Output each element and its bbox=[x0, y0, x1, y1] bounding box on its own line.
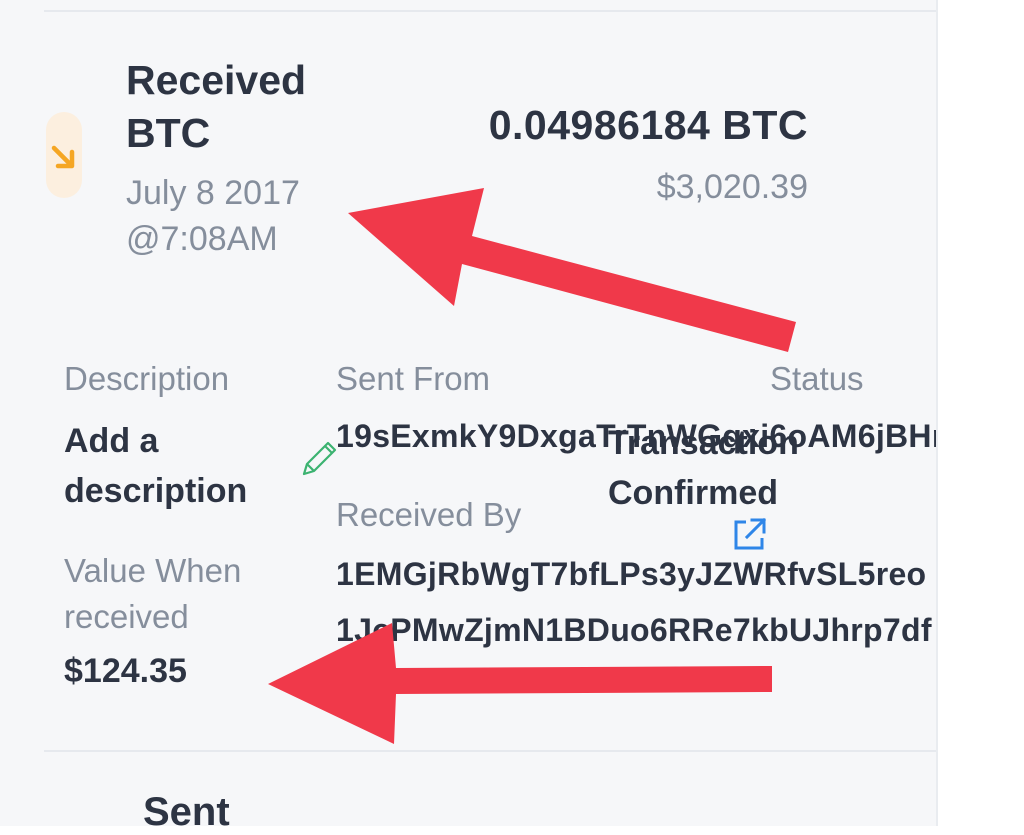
transaction-title: Received BTC bbox=[126, 57, 307, 156]
crypto-amount: 0.04986184 BTC bbox=[488, 102, 808, 148]
received-by-address-1[interactable]: 1EMGjRbWgT7bfLPs3yJZWRfvSL5reo bbox=[336, 556, 936, 593]
status-label: Status bbox=[770, 360, 864, 397]
status-value: Transaction Confirmed bbox=[608, 424, 799, 512]
received-by-label: Received By bbox=[336, 496, 522, 533]
description-value[interactable]: Add a description bbox=[64, 416, 294, 516]
transaction-card: Received BTC July 8 2017 @7:08AM 0.04986… bbox=[0, 0, 938, 834]
arrow-down-right-icon bbox=[51, 145, 75, 169]
description-label: Description bbox=[64, 360, 230, 397]
item-divider bbox=[44, 750, 936, 752]
transaction-date: July 8 2017 @7:08AM bbox=[126, 174, 300, 258]
top-divider bbox=[44, 10, 936, 12]
sent-from-label: Sent From bbox=[336, 360, 491, 397]
external-link-icon[interactable] bbox=[730, 516, 768, 554]
next-transaction-title: Sent bbox=[143, 790, 230, 834]
received-by-address-2[interactable]: 1JcPMwZjmN1BDuo6RRe7kbUJhrp7df bbox=[336, 612, 936, 649]
value-when-received-label: Value When received bbox=[64, 552, 242, 635]
value-when-received: $124.35 bbox=[64, 652, 187, 690]
pencil-icon[interactable] bbox=[298, 440, 338, 480]
fiat-amount: $3,020.39 bbox=[656, 168, 808, 206]
direction-badge bbox=[46, 112, 82, 198]
